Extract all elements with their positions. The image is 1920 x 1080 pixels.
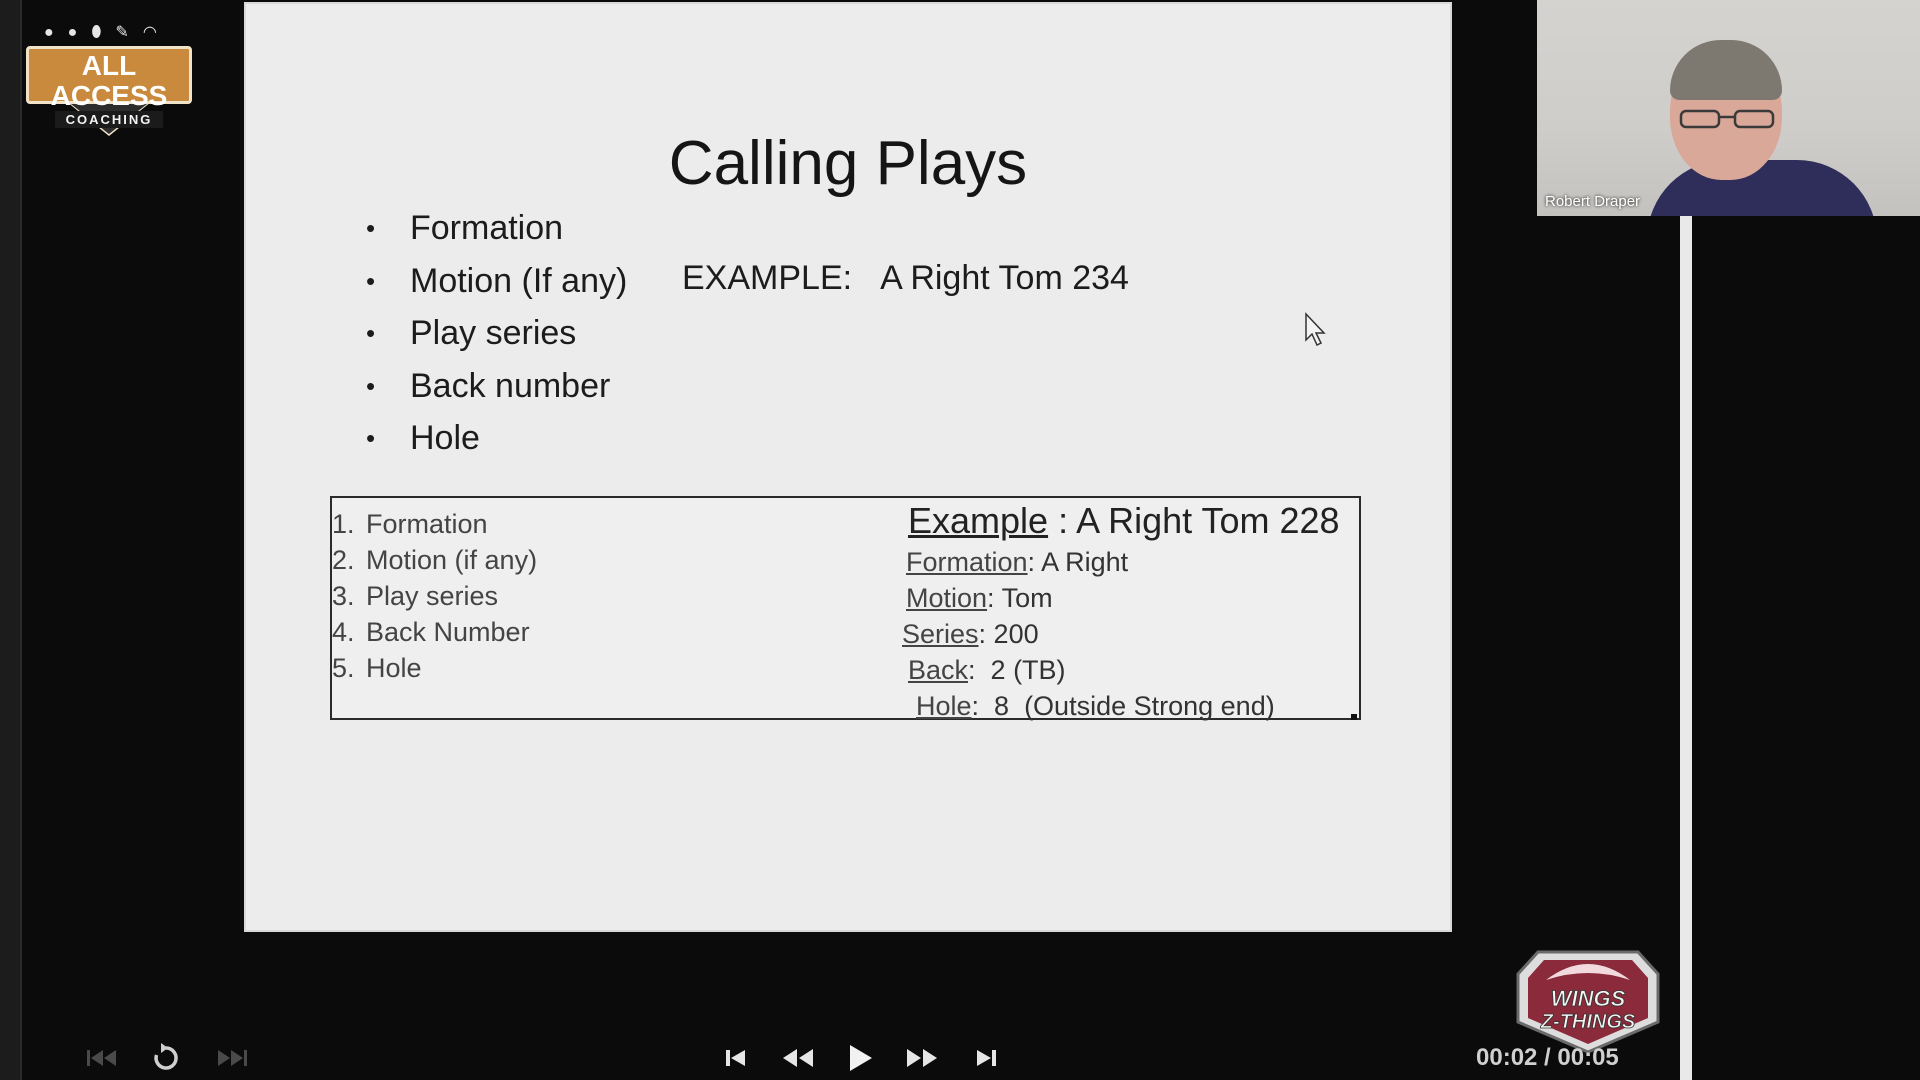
glasses-icon (1679, 109, 1775, 129)
example-key: Hole (916, 691, 972, 721)
example-row-motion: Motion: Tom (906, 580, 1275, 616)
step-number: 2. (332, 545, 355, 575)
example-sep: : (987, 583, 1002, 613)
step-label: Back Number (366, 617, 530, 647)
example-key: Motion (906, 583, 988, 613)
skip-to-end-button[interactable] (210, 1042, 250, 1074)
previous-icon (726, 1050, 745, 1066)
step-label: Motion (if any) (366, 545, 538, 575)
bullet-item: Play series (364, 307, 627, 360)
logo-title: ALL ACCESS (50, 50, 168, 111)
step-number: 1. (332, 509, 355, 539)
example-box: 1. Formation 2. Motion (if any) 3. Play ser… (330, 496, 1361, 721)
example-sep: : (978, 619, 994, 649)
slide-title: Calling Plays (668, 129, 1028, 198)
next-icon (977, 1050, 996, 1066)
step-item: 3. Play series (332, 578, 537, 614)
bullet-list: Formation Motion (If any) Play series Ba… (364, 202, 627, 465)
example-key: Back (908, 655, 969, 685)
sponsor-line2: Z-THINGS (1540, 1011, 1636, 1033)
example-row-series: Series: 200 (902, 616, 1275, 652)
step-number: 5. (332, 653, 355, 683)
example-value: 8 (Outside Strong end) (994, 691, 1275, 721)
example-key: Series (902, 619, 979, 649)
rewind-button[interactable] (778, 1042, 818, 1074)
whistle-icon: ✎ (115, 24, 129, 41)
step-label: Formation (366, 509, 488, 539)
replay-icon (154, 1043, 178, 1070)
football-icon: ⬮ (91, 24, 102, 41)
helmet-icon: ◠ (142, 24, 157, 41)
inline-example-label: EXAMPLE: (682, 259, 853, 297)
example-breakdown: Formation: A Right Motion: Tom Series: 2… (902, 544, 1275, 724)
play-icon (850, 1045, 872, 1071)
step-label: Hole (366, 653, 422, 683)
example-sep: : (1027, 547, 1042, 577)
presentation-slide: Calling Plays Formation Motion (If any) … (244, 2, 1452, 932)
replay-button[interactable] (146, 1042, 186, 1074)
bullet-item: Motion (If any) (364, 255, 627, 308)
step-item: 4. Back Number (332, 614, 537, 650)
step-item: 2. Motion (if any) (332, 542, 537, 578)
example-value: Tom (1001, 583, 1053, 613)
inline-example-value: A Right Tom 234 (880, 259, 1129, 297)
skip-to-start-icon (87, 1050, 116, 1066)
box-corner-mark (1351, 714, 1357, 720)
example-value: A Right (1041, 547, 1129, 577)
skip-to-start-button[interactable] (84, 1042, 124, 1074)
example-value: 200 (993, 619, 1039, 649)
timecode: 00:02 / 00:05 (1476, 1044, 1619, 1071)
example-key: Formation (906, 547, 1028, 577)
wings-z-things-logo: WINGS Z-THINGS (1516, 950, 1660, 1054)
example-sep: : (968, 655, 991, 685)
example-sep: : (971, 691, 995, 721)
example-value: 2 (TB) (990, 655, 1066, 685)
step-item: 1. Formation (332, 506, 537, 542)
example-row-hole: Hole: 8 (Outside Strong end) (916, 688, 1275, 724)
previous-button[interactable] (716, 1042, 756, 1074)
step-item: 5. Hole (332, 650, 537, 686)
steps-list: 1. Formation 2. Motion (if any) 3. Play ser… (332, 506, 537, 686)
rewind-icon (783, 1049, 813, 1067)
logo-subtitle: COACHING (55, 111, 163, 128)
logo-icons: ● ● ⬮ ✎ ◠ (44, 22, 157, 44)
example-row-formation: Formation: A Right (906, 544, 1275, 580)
webcam-hair (1670, 40, 1782, 100)
bullet-item: Formation (364, 202, 627, 255)
logo-badge: ALL ACCESS COACHING (26, 46, 192, 128)
fast-forward-icon (907, 1049, 937, 1067)
mouse-cursor-icon (1305, 312, 1326, 347)
all-access-coaching-logo: ● ● ⬮ ✎ ◠ ALL ACCESS COACHING (26, 22, 196, 136)
fast-forward-button[interactable] (902, 1042, 942, 1074)
webcam-shirt (1647, 160, 1877, 216)
right-divider (1680, 210, 1692, 1080)
ball-dot-icon: ● (67, 24, 78, 41)
webcam-feed: Robert Draper (1537, 0, 1920, 216)
example-heading-label: Example (908, 500, 1049, 541)
step-number: 4. (332, 617, 355, 647)
left-frame-edge (0, 0, 22, 1080)
participant-name: Robert Draper (1545, 193, 1641, 210)
example-heading: Example : A Right Tom 228 (908, 500, 1340, 542)
bullet-item: Hole (364, 412, 627, 465)
inline-example: EXAMPLE: A Right Tom 234 (682, 252, 1129, 304)
play-button[interactable] (840, 1042, 880, 1074)
sponsor-line1: WINGS (1551, 986, 1626, 1011)
next-button[interactable] (966, 1042, 1006, 1074)
ball-dot-icon: ● (44, 24, 54, 41)
example-heading-value: : A Right Tom 228 (1048, 500, 1340, 541)
step-number: 3. (332, 581, 355, 611)
example-row-back: Back: 2 (TB) (908, 652, 1275, 688)
bullet-item: Back number (364, 360, 627, 413)
skip-to-end-icon (218, 1050, 247, 1066)
step-label: Play series (366, 581, 499, 611)
